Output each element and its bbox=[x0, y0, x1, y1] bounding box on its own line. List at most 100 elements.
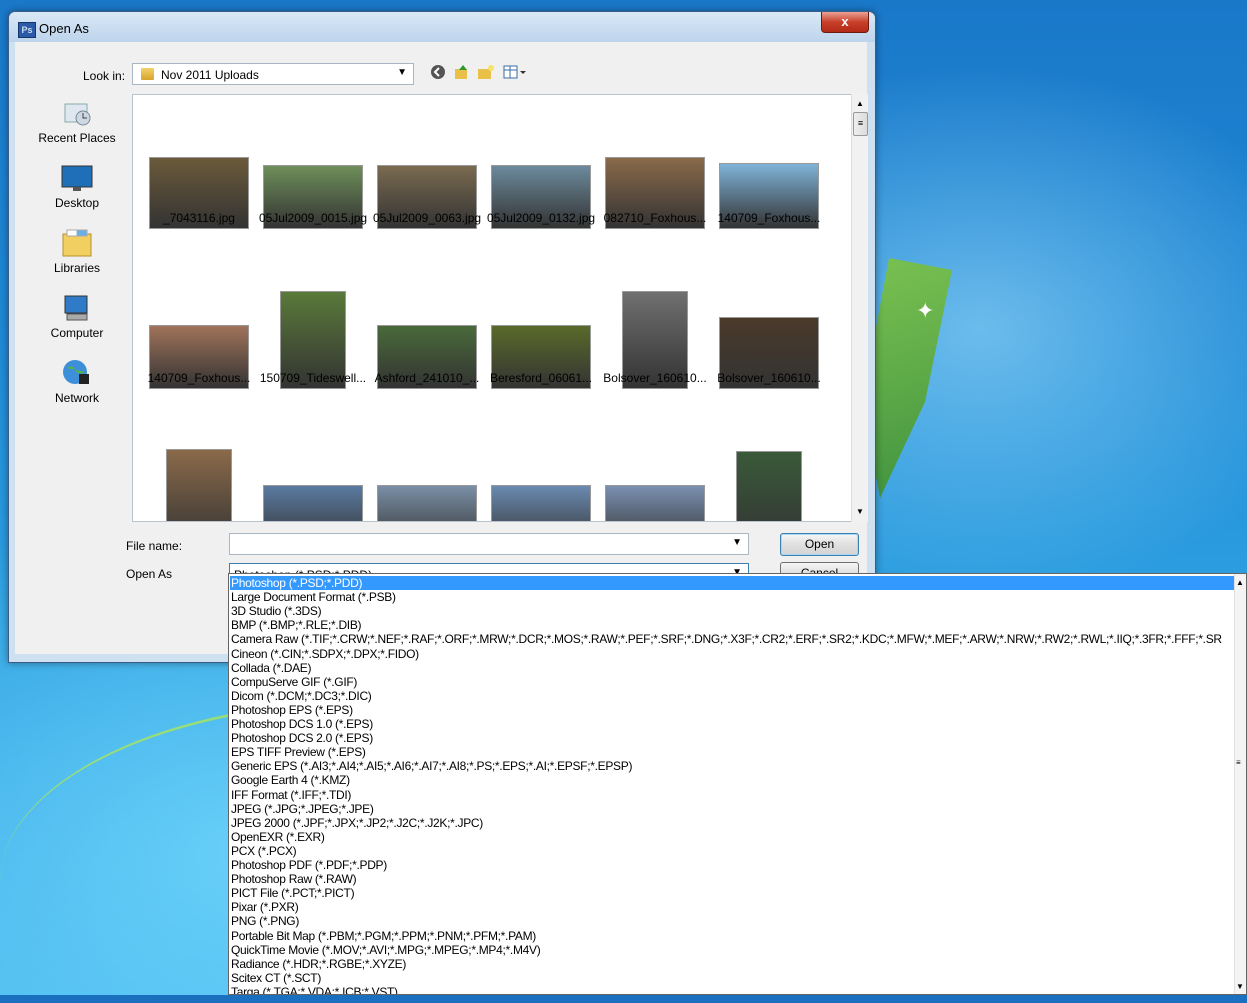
file-name: 05Jul2009_0132.jpg bbox=[486, 211, 596, 225]
libraries-icon bbox=[62, 229, 92, 257]
format-option[interactable]: Scitex CT (*.SCT) bbox=[231, 971, 1231, 985]
file-thumbnail[interactable]: 05Jul2009_0015.jpg bbox=[256, 95, 370, 245]
desktop-icon bbox=[61, 165, 93, 191]
close-button[interactable]: x bbox=[821, 12, 869, 33]
thumbnail-image bbox=[166, 449, 232, 521]
file-thumbnail[interactable]: Bolsover_160610... bbox=[598, 255, 712, 405]
format-option[interactable]: OpenEXR (*.EXR) bbox=[231, 830, 1231, 844]
file-thumbnail[interactable] bbox=[370, 415, 484, 521]
file-thumbnail[interactable]: 05Jul2009_0063.jpg bbox=[370, 95, 484, 245]
file-list-view[interactable]: _7043116.jpg 05Jul2009_0015.jpg 05Jul2009_… bbox=[132, 94, 868, 522]
chevron-down-icon[interactable]: ▼ bbox=[732, 537, 742, 548]
file-name: 150709_Tideswell... bbox=[259, 371, 367, 385]
format-option[interactable]: PNG (*.PNG) bbox=[231, 914, 1231, 928]
format-option[interactable]: CompuServe GIF (*.GIF) bbox=[231, 675, 1231, 689]
look-in-label: Look in: bbox=[83, 69, 126, 83]
title-bar[interactable]: Ps Open As x bbox=[9, 12, 875, 42]
place-desktop[interactable]: Desktop bbox=[29, 163, 125, 210]
format-option[interactable]: PCX (*.PCX) bbox=[231, 844, 1231, 858]
file-name: Bolsover_160610... bbox=[603, 371, 707, 385]
thumbnail-image bbox=[605, 485, 705, 521]
format-option[interactable]: Camera Raw (*.TIF;*.CRW;*.NEF;*.RAF;*.OR… bbox=[231, 632, 1231, 646]
scroll-down-icon[interactable]: ▼ bbox=[1236, 982, 1244, 991]
format-option[interactable]: Photoshop (*.PSD;*.PDD) bbox=[230, 576, 1236, 590]
file-thumbnail[interactable]: Bolsover_160610... bbox=[712, 255, 826, 405]
butterfly-icon: ✦ bbox=[916, 298, 935, 323]
open-button[interactable]: Open bbox=[780, 533, 859, 556]
format-option[interactable]: PICT File (*.PCT;*.PICT) bbox=[231, 886, 1231, 900]
format-option[interactable]: Photoshop DCS 1.0 (*.EPS) bbox=[231, 717, 1231, 731]
network-icon bbox=[63, 360, 89, 384]
scroll-down-icon[interactable]: ▼ bbox=[852, 504, 868, 520]
format-option[interactable]: Targa (*.TGA;*.VDA;*.ICB;*.VST) bbox=[231, 985, 1231, 994]
file-thumbnail[interactable]: _7043116.jpg bbox=[142, 95, 256, 245]
format-option[interactable]: JPEG (*.JPG;*.JPEG;*.JPE) bbox=[231, 802, 1231, 816]
file-thumbnail[interactable] bbox=[142, 415, 256, 521]
format-option[interactable]: IFF Format (*.IFF;*.TDI) bbox=[231, 788, 1231, 802]
file-name: Beresford_06061... bbox=[489, 371, 593, 385]
scroll-up-icon[interactable]: ▲ bbox=[1236, 578, 1244, 587]
scrollbar-grip-icon[interactable]: ≡ bbox=[1236, 758, 1241, 767]
file-list-scrollbar[interactable]: ▲ ≡ ▼ bbox=[851, 94, 868, 522]
format-option[interactable]: BMP (*.BMP;*.RLE;*.DIB) bbox=[231, 618, 1231, 632]
file-name: Ashford_241010_... bbox=[374, 371, 480, 385]
file-thumbnail[interactable] bbox=[256, 415, 370, 521]
file-thumbnail[interactable]: 05Jul2009_0132.jpg bbox=[484, 95, 598, 245]
file-thumbnail[interactable]: 140709_Foxhous... bbox=[142, 255, 256, 405]
file-thumbnail[interactable]: 140709_Foxhous... bbox=[712, 95, 826, 245]
place-computer[interactable]: Computer bbox=[29, 293, 125, 340]
format-option[interactable]: QuickTime Movie (*.MOV;*.AVI;*.MPG;*.MPE… bbox=[231, 943, 1231, 957]
scroll-up-icon[interactable]: ▲ bbox=[852, 96, 868, 112]
computer-icon bbox=[64, 295, 88, 321]
format-option[interactable]: JPEG 2000 (*.JPF;*.JPX;*.JP2;*.J2C;*.J2K… bbox=[231, 816, 1231, 830]
file-name: 140709_Foxhous... bbox=[147, 371, 251, 385]
file-thumbnail[interactable]: 082710_Foxhous... bbox=[598, 95, 712, 245]
format-option[interactable]: Google Earth 4 (*.KMZ) bbox=[231, 773, 1231, 787]
new-folder-icon[interactable] bbox=[477, 64, 495, 82]
thumbnail-image bbox=[736, 451, 802, 521]
dropdown-scrollbar[interactable]: ▲ ≡ ▼ bbox=[1234, 574, 1246, 994]
format-option[interactable]: Portable Bit Map (*.PBM;*.PGM;*.PPM;*.PN… bbox=[231, 929, 1231, 943]
places-bar: Recent Places Desktop Libraries Computer… bbox=[29, 94, 125, 514]
up-folder-icon[interactable] bbox=[453, 64, 471, 82]
file-thumbnail[interactable]: Beresford_06061... bbox=[484, 255, 598, 405]
scrollbar-thumb[interactable]: ≡ bbox=[853, 112, 868, 136]
file-thumbnail[interactable] bbox=[712, 415, 826, 521]
photoshop-app-icon: Ps bbox=[18, 22, 36, 38]
place-network[interactable]: Network bbox=[29, 358, 125, 405]
format-option[interactable]: Photoshop DCS 2.0 (*.EPS) bbox=[231, 731, 1231, 745]
file-name: 082710_Foxhous... bbox=[603, 211, 707, 225]
chevron-down-icon: ▼ bbox=[397, 67, 407, 78]
file-thumbnail[interactable] bbox=[598, 415, 712, 521]
format-dropdown-list[interactable]: Targa (*.TGA;*.VDA;*.ICB;*.VST) Scitex CT… bbox=[228, 573, 1247, 995]
look-in-combo[interactable]: Nov 2011 Uploads ▼ bbox=[132, 63, 414, 85]
format-option[interactable]: Collada (*.DAE) bbox=[231, 661, 1231, 675]
file-name: 05Jul2009_0015.jpg bbox=[258, 211, 368, 225]
recent-places-icon bbox=[64, 103, 91, 126]
format-option[interactable]: Photoshop EPS (*.EPS) bbox=[231, 703, 1231, 717]
view-menu-icon[interactable] bbox=[503, 64, 529, 82]
file-thumbnail[interactable] bbox=[484, 415, 598, 521]
place-libraries[interactable]: Libraries bbox=[29, 228, 125, 275]
place-recent-places[interactable]: Recent Places bbox=[29, 98, 125, 145]
format-option[interactable]: Dicom (*.DCM;*.DC3;*.DIC) bbox=[231, 689, 1231, 703]
file-name-label: File name: bbox=[126, 539, 183, 553]
file-name: 140709_Foxhous... bbox=[717, 211, 821, 225]
dialog-title: Open As bbox=[39, 21, 89, 36]
file-name-field[interactable]: ▼ bbox=[229, 533, 749, 555]
format-option[interactable]: Large Document Format (*.PSB) bbox=[231, 590, 1231, 604]
thumbnail-image bbox=[491, 485, 591, 521]
open-as-dialog: Ps Open As x Look in: Nov 2011 Uploads ▼… bbox=[8, 11, 876, 663]
file-thumbnail[interactable]: 150709_Tideswell... bbox=[256, 255, 370, 405]
format-option[interactable]: EPS TIFF Preview (*.EPS) bbox=[231, 745, 1231, 759]
format-option[interactable]: Photoshop Raw (*.RAW) bbox=[231, 872, 1231, 886]
format-option[interactable]: Cineon (*.CIN;*.SDPX;*.DPX;*.FIDO) bbox=[231, 647, 1231, 661]
file-thumbnail[interactable]: Ashford_241010_... bbox=[370, 255, 484, 405]
format-option[interactable]: 3D Studio (*.3DS) bbox=[231, 604, 1231, 618]
format-option[interactable]: Radiance (*.HDR;*.RGBE;*.XYZE) bbox=[231, 957, 1231, 971]
format-option[interactable]: Photoshop PDF (*.PDF;*.PDP) bbox=[231, 858, 1231, 872]
look-in-value: Nov 2011 Uploads bbox=[161, 68, 259, 82]
back-icon[interactable] bbox=[429, 64, 447, 82]
format-option[interactable]: Generic EPS (*.AI3;*.AI4;*.AI5;*.AI6;*.A… bbox=[231, 759, 1231, 773]
format-option[interactable]: Pixar (*.PXR) bbox=[231, 900, 1231, 914]
